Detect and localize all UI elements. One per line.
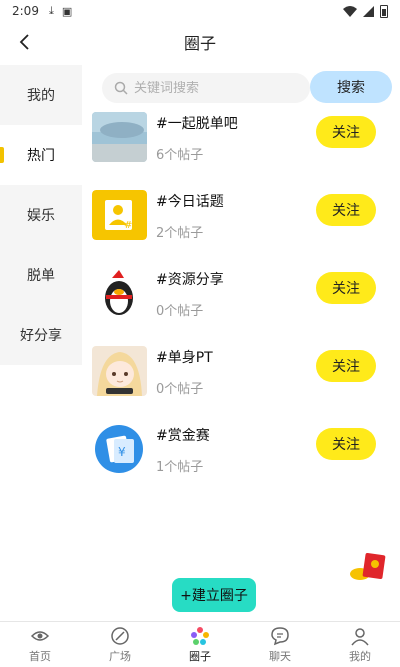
follow-button[interactable]: 关注 [316, 194, 376, 226]
tab-label: 我的 [349, 649, 371, 663]
home-icon [30, 630, 50, 641]
circle-title: #一起脱单吧 [156, 116, 238, 132]
bottom-tab-bar: 首页 广场 圈子 聊天 我的 [0, 621, 400, 667]
search-button[interactable]: 搜索 [310, 71, 392, 103]
tab-label: 圈子 [189, 649, 211, 663]
battery-icon [380, 4, 388, 18]
svg-text:#: # [124, 220, 132, 231]
svg-text:¥: ¥ [118, 445, 126, 459]
status-time: 2:09 [12, 4, 39, 18]
post-count: 0个帖子 [156, 304, 204, 319]
circle-icon [191, 626, 209, 645]
list-item[interactable]: #单身PT 0个帖子 关注 [92, 342, 392, 420]
tab-circle[interactable]: 圈子 [160, 622, 240, 667]
sidebar-item-label: 脱单 [27, 268, 55, 284]
sidebar-item-label: 好分享 [20, 328, 62, 344]
sidebar-item-dating[interactable]: 脱单 [0, 245, 82, 305]
search-icon [114, 81, 128, 95]
download-icon: ⤓ [48, 4, 54, 17]
penguin-mascot-icon [92, 268, 147, 318]
tab-home[interactable]: 首页 [0, 622, 80, 667]
list-item[interactable]: #资源分享 0个帖子 关注 [92, 264, 392, 342]
search-row: 搜索 [102, 71, 392, 104]
search-box [102, 73, 310, 103]
square-icon [111, 626, 129, 645]
sidebar-item-label: 热门 [27, 148, 55, 164]
chat-icon [271, 626, 289, 645]
follow-button[interactable]: 关注 [316, 272, 376, 304]
tab-label: 聊天 [269, 649, 291, 663]
tab-square[interactable]: 广场 [80, 622, 160, 667]
follow-button[interactable]: 关注 [316, 428, 376, 460]
tab-chat[interactable]: 聊天 [240, 622, 320, 667]
category-sidebar: 我的 热门 娱乐 脱单 好分享 [0, 65, 82, 365]
follow-button[interactable]: 关注 [316, 116, 376, 148]
post-count: 6个帖子 [156, 148, 204, 163]
topic-user-icon: # [92, 190, 147, 240]
red-envelope-icon[interactable] [348, 550, 388, 582]
sea-photo-thumbnail [92, 112, 147, 162]
anime-girl-thumbnail [92, 346, 147, 396]
signal-icon [363, 5, 374, 17]
page-title: 圈子 [183, 34, 216, 53]
circle-title: #资源分享 [156, 272, 224, 288]
list-item[interactable]: ¥ #赏金赛 1个帖子 关注 [92, 420, 392, 498]
notification-icon: ▣ [61, 4, 73, 18]
circle-list: #一起脱单吧 6个帖子 关注 # #今日话题 2个帖子 关注 #资源分享 0个帖… [92, 108, 392, 498]
post-count: 1个帖子 [156, 460, 204, 475]
sidebar-item-hot[interactable]: 热门 [0, 125, 82, 185]
nav-bar: 圈子 [0, 22, 400, 62]
list-item[interactable]: #一起脱单吧 6个帖子 关注 [92, 108, 392, 186]
search-input[interactable] [134, 80, 294, 96]
post-count: 0个帖子 [156, 382, 204, 397]
post-count: 2个帖子 [156, 226, 204, 241]
status-right [343, 4, 388, 18]
create-circle-button[interactable]: +建立圈子 [172, 578, 256, 612]
sidebar-item-mine[interactable]: 我的 [0, 65, 82, 125]
tab-mine[interactable]: 我的 [320, 622, 400, 667]
sidebar-item-share[interactable]: 好分享 [0, 305, 82, 365]
follow-button[interactable]: 关注 [316, 350, 376, 382]
sidebar-item-entertainment[interactable]: 娱乐 [0, 185, 82, 245]
wifi-icon [343, 5, 357, 17]
circle-title: #今日话题 [156, 194, 224, 210]
tab-label: 首页 [29, 649, 51, 663]
circle-title: #赏金赛 [156, 428, 210, 444]
sidebar-item-label: 我的 [27, 88, 55, 104]
list-item[interactable]: # #今日话题 2个帖子 关注 [92, 186, 392, 264]
status-bar: 2:09 ⤓ ▣ [0, 0, 400, 22]
back-button[interactable] [10, 28, 38, 56]
bounty-money-icon: ¥ [92, 424, 147, 474]
profile-icon [351, 627, 369, 645]
back-arrow-icon [19, 34, 29, 50]
circle-title: #单身PT [156, 350, 213, 366]
sidebar-item-label: 娱乐 [27, 208, 55, 224]
tab-label: 广场 [109, 649, 131, 663]
